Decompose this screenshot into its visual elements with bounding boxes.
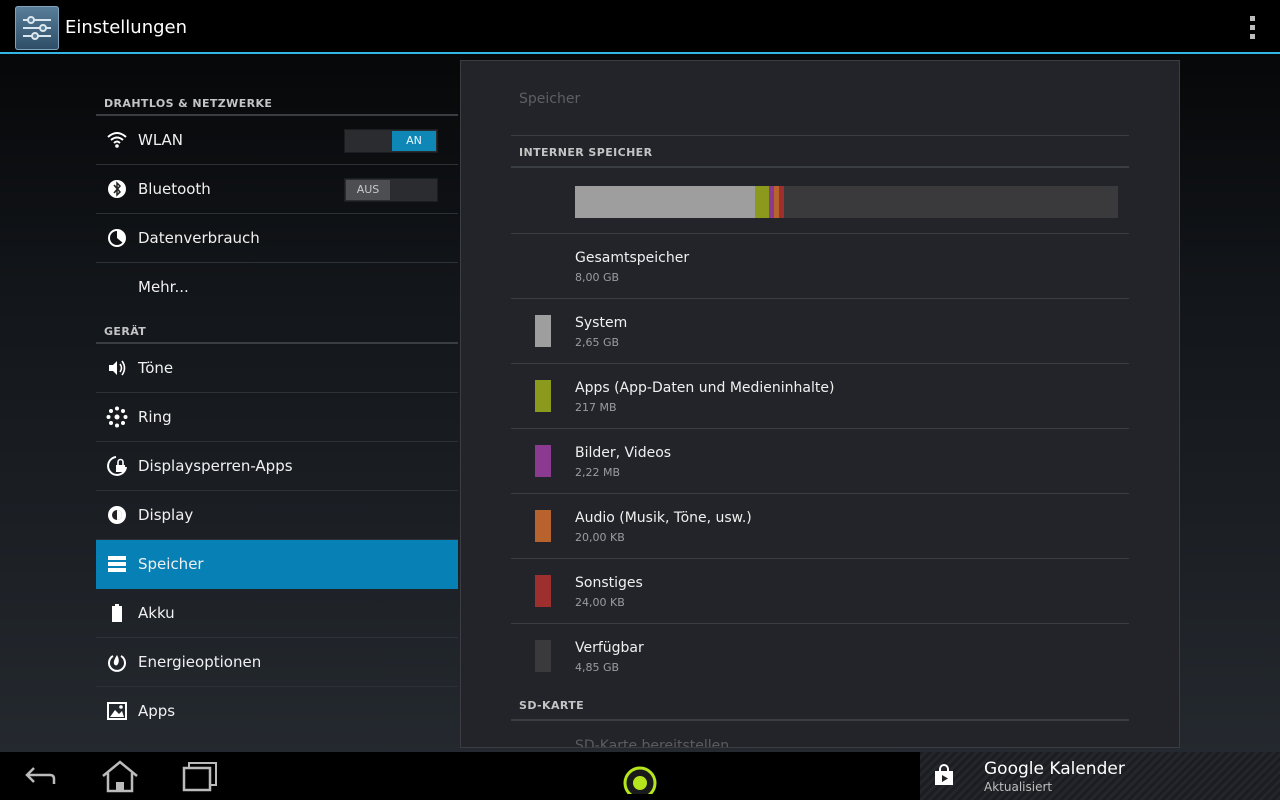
bluetooth-toggle[interactable]: AUS [344,178,438,202]
storage-row-size: 4,85 GB [575,661,620,674]
storage-row-size: 2,65 GB [575,336,620,349]
wlan-toggle[interactable]: AN [344,129,438,153]
settings-item-data-usage[interactable]: Datenverbrauch [96,214,458,263]
settings-item-lockscreen-apps[interactable]: Displaysperren-Apps [96,442,458,491]
color-swatch [535,640,551,672]
storage-row-audio[interactable]: Audio (Musik, Töne, usw.) 20,00 KB [511,494,1129,559]
ring-launcher-icon[interactable] [620,758,660,800]
color-swatch [535,380,551,412]
settings-sliders-icon[interactable] [15,6,59,50]
settings-item-label: Speicher [138,555,204,573]
settings-item-apps[interactable]: Apps [96,687,458,736]
wifi-icon [106,129,128,151]
mount-sd-card-item[interactable]: SD-Karte bereitstellen [575,738,729,747]
settings-item-power-options[interactable]: Energieoptionen [96,638,458,687]
settings-item-battery[interactable]: Akku [96,589,458,638]
sound-icon [106,357,128,379]
color-swatch [535,315,551,347]
toggle-state: AN [392,131,436,151]
notification-google-calendar[interactable]: Google Kalender Aktualisiert [920,752,1280,800]
storage-row-system[interactable]: System 2,65 GB [511,299,1129,364]
settings-item-more[interactable]: Mehr... [96,263,458,312]
storage-usage-bar [575,186,1118,218]
settings-item-label: Ring [138,408,172,426]
settings-item-label: Apps [138,702,176,720]
storage-row-name: Apps (App-Daten und Medieninhalte) [575,380,835,396]
settings-item-sounds[interactable]: Töne [96,344,458,393]
ring-icon [106,406,128,428]
storage-row-available: Verfügbar 4,85 GB [511,624,1129,689]
storage-row-name: Sonstiges [575,575,643,591]
play-store-icon [932,764,956,788]
apps-icon [106,700,128,722]
power-icon [106,651,128,673]
notification-subtitle: Aktualisiert [984,780,1053,794]
storage-row-total: Gesamtspeicher 8,00 GB [511,234,1129,299]
storage-row-size: 2,22 MB [575,466,621,479]
section-header-internal-storage: INTERNER SPEICHER [511,136,1129,168]
home-icon[interactable] [100,758,140,794]
settings-item-label: Töne [138,359,174,377]
storage-row-name: Bilder, Videos [575,445,672,461]
color-swatch [535,445,551,477]
storage-row-name: System [575,315,628,331]
settings-item-bluetooth[interactable]: Bluetooth AUS [96,165,458,214]
usage-segment-apps [755,186,769,218]
storage-row-size: 20,00 KB [575,531,625,544]
section-header-device: GERÄT [96,312,458,344]
section-header-wireless: DRAHTLOS & NETZWERKE [96,80,458,116]
back-icon[interactable] [20,758,60,794]
storage-row-misc[interactable]: Sonstiges 24,00 KB [511,559,1129,624]
storage-row-apps[interactable]: Apps (App-Daten und Medieninhalte) 217 M… [511,364,1129,429]
settings-item-label: Energieoptionen [138,653,262,671]
settings-item-label: Display [138,506,194,524]
toggle-state: AUS [346,180,390,200]
settings-item-wlan[interactable]: WLAN AN [96,116,458,165]
settings-item-label: WLAN [138,131,184,149]
storage-icon [106,553,128,575]
page-title: Einstellungen [65,17,188,38]
storage-row-name: Gesamtspeicher [575,250,690,266]
storage-row-name: Audio (Musik, Töne, usw.) [575,510,752,526]
system-navigation-bar: Google Kalender Aktualisiert [0,752,1280,800]
storage-row-pictures-videos[interactable]: Bilder, Videos 2,22 MB [511,429,1129,494]
storage-row-size: 8,00 GB [575,271,620,284]
storage-row-size: 217 MB [575,401,617,414]
settings-item-label: Mehr... [138,278,189,296]
storage-row-name: Verfügbar [575,640,644,656]
usage-segment-system [575,186,755,218]
panel-title: Speicher [511,61,1129,136]
usage-segment-sonstiges [779,186,784,218]
overflow-menu-icon[interactable] [1246,16,1258,40]
storage-panel[interactable]: Speicher INTERNER SPEICHER Gesamtspeiche… [460,60,1180,748]
data-usage-icon [106,227,128,249]
settings-item-label: Bluetooth [138,180,211,198]
settings-item-label: Akku [138,604,175,622]
usage-bar-row [511,168,1129,234]
settings-list: DRAHTLOS & NETZWERKE WLAN AN Bluetooth A… [96,80,458,736]
storage-row-size: 24,00 KB [575,596,625,609]
action-bar: Einstellungen [0,0,1280,54]
settings-item-label: Displaysperren-Apps [138,457,293,475]
color-swatch [535,510,551,542]
recent-apps-icon[interactable] [180,758,220,794]
settings-item-label: Datenverbrauch [138,229,260,247]
bluetooth-icon [106,178,128,200]
color-swatch [535,575,551,607]
battery-icon [106,602,128,624]
settings-item-display[interactable]: Display [96,491,458,540]
lock-apps-icon [106,455,128,477]
settings-item-storage[interactable]: Speicher [96,540,458,589]
notification-title: Google Kalender [984,759,1125,779]
display-icon [106,504,128,526]
section-header-sd-card: SD-KARTE [511,689,1129,721]
settings-item-ring[interactable]: Ring [96,393,458,442]
